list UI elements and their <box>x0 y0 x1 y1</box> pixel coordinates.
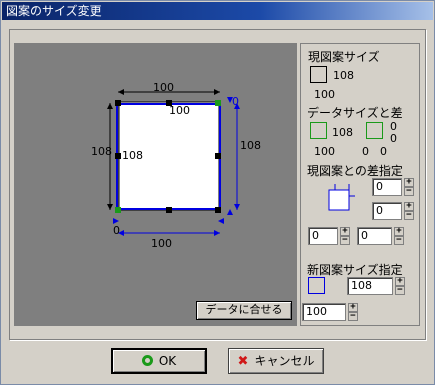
minus-icon: − <box>340 236 350 245</box>
right-small-label: 0 <box>232 95 239 108</box>
fit-to-data-button[interactable]: データに合せる <box>196 301 292 320</box>
new-size-swatch <box>308 277 325 294</box>
minus-icon: − <box>394 236 404 245</box>
diff-swatch <box>366 122 383 139</box>
minus-icon: − <box>395 286 405 295</box>
handle-bl <box>115 207 121 213</box>
handle-br <box>215 207 221 213</box>
title-bar: 図案のサイズ変更 <box>2 2 433 20</box>
minus-icon: − <box>404 211 414 220</box>
diff-spec-left-spinner[interactable]: + − <box>340 227 350 245</box>
minus-icon: − <box>348 312 358 321</box>
new-width-input[interactable]: 100 <box>302 303 346 321</box>
top-width-label: 100 <box>153 81 174 94</box>
top-inner-label: 100 <box>169 104 190 117</box>
data-size-label: データサイズと差 <box>307 106 403 120</box>
ok-circle-icon <box>141 355 153 366</box>
settings-panel: 現図案サイズ 108 100 データサイズと差 108 0 0 100 0 0 … <box>300 43 420 326</box>
new-height-input[interactable]: 108 <box>347 277 393 295</box>
diff-w-value: 0 <box>380 145 387 158</box>
data-size-swatch <box>310 122 327 139</box>
diff-spec-top-spinner[interactable]: + − <box>404 178 414 196</box>
current-height-value: 108 <box>333 69 354 82</box>
diff-spec-left-input[interactable]: 0 <box>308 227 338 245</box>
data-height-value: 108 <box>332 126 353 139</box>
ok-button[interactable]: OK <box>111 348 207 374</box>
preview-canvas: 100 100 108 108 108 0 0 100 データに合せる <box>14 43 297 326</box>
bottom-small-label: 0 <box>113 224 120 237</box>
close-icon: ✖ <box>237 354 249 369</box>
current-size-label: 現図案サイズ <box>308 50 380 64</box>
handle-ml <box>115 153 121 159</box>
handle-tl <box>115 100 121 106</box>
diff-spec-top-input[interactable]: 0 <box>372 178 402 196</box>
diff-spec-right-input[interactable]: 0 <box>372 202 402 220</box>
cancel-button[interactable]: ✖ キャンセル <box>228 348 324 374</box>
inner-height-label: 108 <box>122 149 143 162</box>
diff-spec-icon <box>328 184 355 211</box>
current-size-swatch <box>310 66 327 83</box>
bottom-width-label: 100 <box>151 237 172 250</box>
cancel-label: キャンセル <box>254 354 315 368</box>
left-height-label: 108 <box>91 145 112 158</box>
minus-icon: − <box>404 187 414 196</box>
diff-spec-bottom-input[interactable]: 0 <box>357 227 392 245</box>
diff-spec-label: 現図案との差指定 <box>307 164 403 178</box>
data-width-value: 100 <box>314 145 335 158</box>
new-width-spinner[interactable]: + − <box>348 303 358 321</box>
new-height-spinner[interactable]: + − <box>395 277 405 295</box>
ok-label: OK <box>158 354 177 368</box>
handle-bm <box>166 207 172 213</box>
diff-spec-bottom-spinner[interactable]: + − <box>394 227 404 245</box>
handle-mr <box>215 153 221 159</box>
right-height-label: 108 <box>240 139 261 152</box>
diff-b-value: 0 <box>362 145 369 158</box>
diff-spec-right-spinner[interactable]: + − <box>404 202 414 220</box>
handle-tr <box>215 100 221 106</box>
resize-dialog: 図案のサイズ変更 100 100 108 108 108 0 0 100 データ… <box>0 0 435 385</box>
current-width-value: 100 <box>314 88 335 101</box>
new-size-label: 新図案サイズ指定 <box>307 263 403 277</box>
diff-h-value: 0 <box>390 132 397 145</box>
